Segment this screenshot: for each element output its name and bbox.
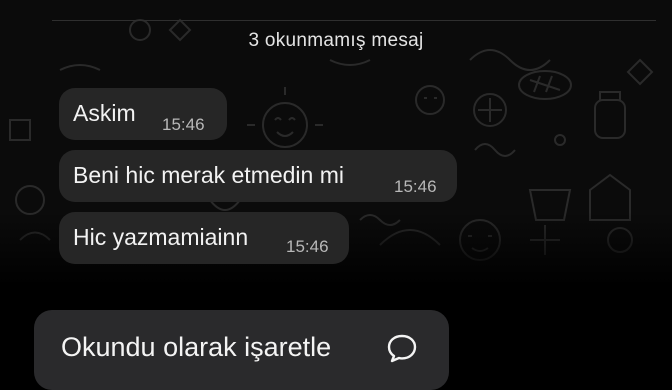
message-text: Hic yazmamiainn	[73, 224, 249, 250]
message-timestamp: 15:46	[162, 115, 205, 134]
mark-as-read-label: Okundu olarak işaretle	[61, 332, 332, 362]
top-divider	[52, 20, 656, 21]
message-bubble[interactable]: Askim 15:46	[59, 88, 227, 140]
message-timestamp: 15:46	[286, 237, 329, 256]
message-timestamp: 15:46	[394, 177, 437, 196]
unread-messages-banner: 3 okunmamış mesaj	[248, 30, 424, 51]
message-bubble[interactable]: Beni hic merak etmedin mi 15:46	[59, 150, 457, 202]
message-bubble[interactable]: Hic yazmamiainn 15:46	[59, 212, 349, 264]
message-bubble-icon	[387, 334, 417, 363]
message-text: Beni hic merak etmedin mi	[73, 162, 344, 188]
message-text: Askim	[73, 100, 136, 126]
context-menu: Okundu olarak işaretle	[34, 310, 449, 390]
